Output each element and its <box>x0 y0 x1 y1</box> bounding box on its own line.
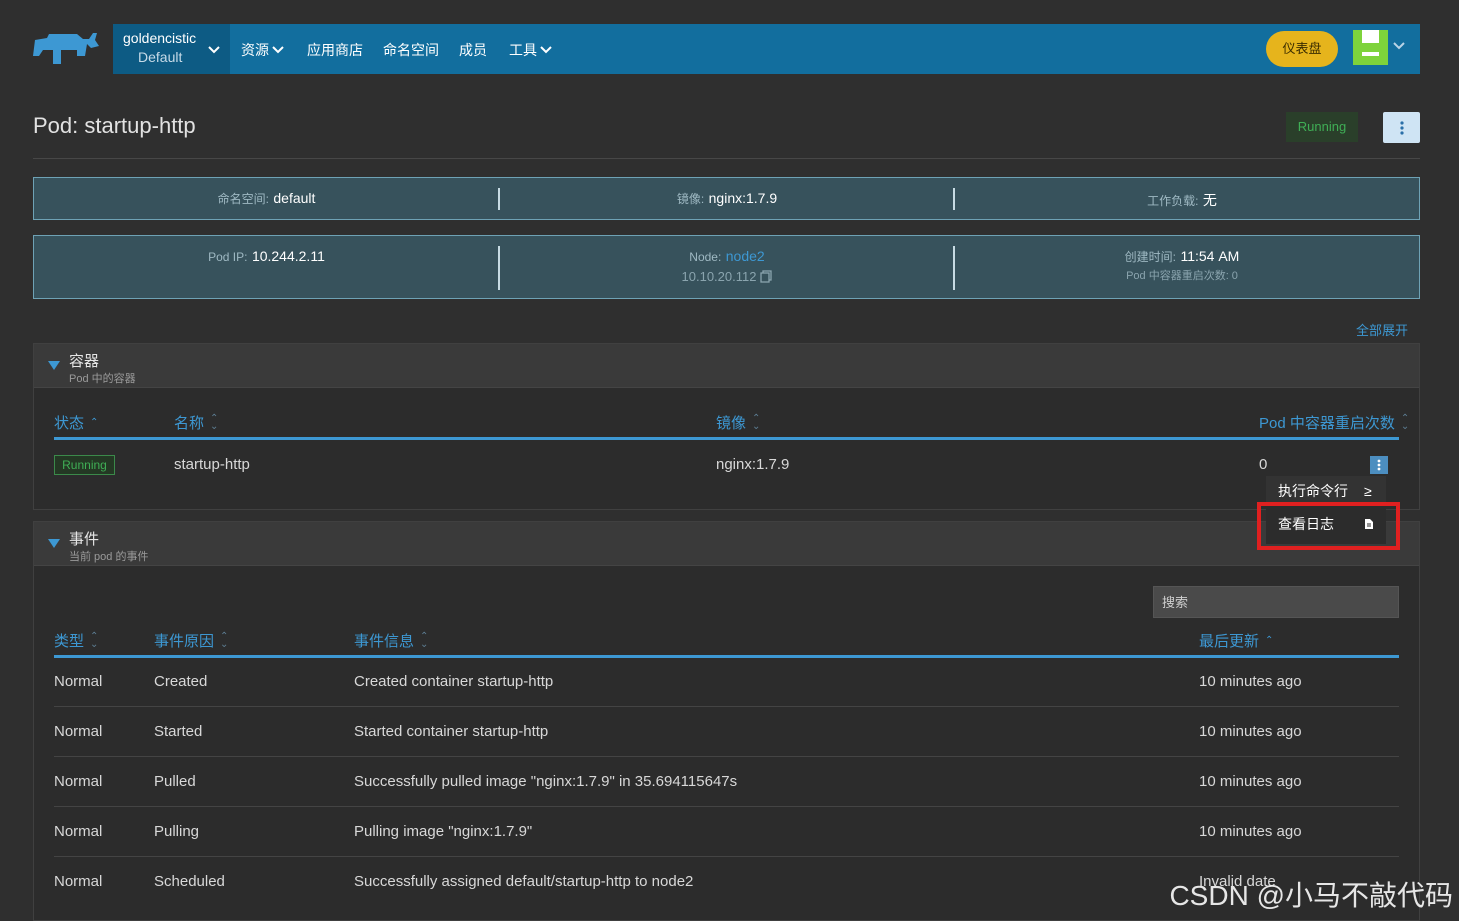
sort-icon: ⌃ ⌄ <box>90 630 99 650</box>
event-type: Normal <box>54 823 103 840</box>
event-message: Created container startup-http <box>354 673 554 690</box>
nav-resources[interactable]: 资源 <box>241 40 284 60</box>
header-underline <box>54 655 1399 658</box>
pod-ip-info: Pod IP: 10.244.2.11 <box>208 248 325 264</box>
node-info: Node: node2 10.10.20.112 <box>500 248 954 284</box>
watermark: CSDN @小马不敲代码 <box>1169 880 1453 911</box>
event-reason: Created <box>154 673 208 690</box>
sort-icon: ⌃ ⌄ <box>220 630 229 650</box>
image-info: 镜像: nginx:1.7.9 <box>676 190 778 206</box>
event-updated: 10 minutes ago <box>1199 673 1302 690</box>
nav-members[interactable]: 成员 <box>459 40 487 60</box>
col-header-message[interactable]: 事件信息 ⌃ ⌄ <box>354 630 428 651</box>
event-type: Normal <box>54 873 103 890</box>
chevron-down-icon <box>208 46 220 54</box>
event-updated: 10 minutes ago <box>1199 773 1302 790</box>
rancher-logo-icon[interactable] <box>33 30 101 66</box>
collapse-triangle-icon <box>48 539 60 548</box>
event-type: Normal <box>54 723 103 740</box>
col-header-restarts[interactable]: Pod 中容器重启次数 ⌃ ⌄ <box>1259 412 1409 433</box>
col-header-last-updated[interactable]: 最后更新 ⌃ <box>1199 630 1273 651</box>
col-header-name[interactable]: 名称 ⌃ ⌄ <box>174 412 218 433</box>
row-divider <box>54 706 1399 707</box>
copy-icon[interactable] <box>760 270 773 283</box>
event-reason: Started <box>154 723 203 740</box>
sort-icon: ⌃ ⌄ <box>210 412 219 432</box>
sort-icon: ⌃ <box>90 416 99 428</box>
col-header-image[interactable]: 镜像 ⌃ ⌄ <box>716 412 760 433</box>
namespace-info: 命名空间: default <box>217 190 316 206</box>
event-type: Normal <box>54 773 103 790</box>
container-image: nginx:1.7.9 <box>716 456 790 473</box>
row-divider <box>54 856 1399 857</box>
expand-all-link[interactable]: 全部展开 <box>1356 320 1408 339</box>
events-search-input[interactable] <box>1153 586 1399 618</box>
chevron-down-icon <box>272 46 284 54</box>
event-message: Successfully assigned default/startup-ht… <box>354 873 694 890</box>
row-divider <box>54 756 1399 757</box>
page-title: Pod: startup-http <box>33 113 196 138</box>
event-type: Normal <box>54 673 103 690</box>
events-panel: 事件 当前 pod 的事件 <box>33 521 1420 921</box>
event-reason: Pulled <box>154 773 196 790</box>
cluster-project-switcher[interactable]: goldencistic Default <box>113 24 230 74</box>
containers-panel-header[interactable]: 容器 Pod 中的容器 <box>34 344 1419 388</box>
chevron-down-icon <box>540 46 552 54</box>
event-message: Started container startup-http <box>354 723 549 740</box>
sort-icon: ⌃ ⌄ <box>1400 412 1410 432</box>
container-name-link[interactable]: startup-http <box>174 456 250 473</box>
event-reason: Scheduled <box>154 873 225 890</box>
node-link[interactable]: node2 <box>726 248 765 264</box>
cluster-name: goldencistic <box>123 30 197 46</box>
pod-info-box-2: Pod IP: 10.244.2.11 Node: node2 10.10.20… <box>33 235 1420 299</box>
status-badge: Running <box>1286 112 1358 142</box>
event-message: Pulling image "nginx:1.7.9" <box>354 823 533 840</box>
event-updated: 10 minutes ago <box>1199 823 1302 840</box>
kebab-icon <box>1399 120 1404 135</box>
sort-icon: ⌃ <box>1265 634 1274 646</box>
collapse-triangle-icon <box>48 361 60 370</box>
top-navbar: goldencistic Default 资源 应用商店 命名空间 成员 工具 … <box>113 24 1420 74</box>
more-actions-button[interactable] <box>1383 112 1420 143</box>
container-status-badge: Running <box>54 455 115 475</box>
nav-app-store[interactable]: 应用商店 <box>307 40 363 60</box>
col-header-reason[interactable]: 事件原因 ⌃ ⌄ <box>154 630 228 651</box>
col-header-type[interactable]: 类型 ⌃ ⌄ <box>54 630 98 651</box>
chevron-down-icon[interactable] <box>1393 42 1405 50</box>
nav-tools[interactable]: 工具 <box>509 40 552 60</box>
avatar[interactable] <box>1353 30 1388 65</box>
restart-count: Pod 中容器重启次数: 0 <box>1126 270 1238 282</box>
nav-namespaces[interactable]: 命名空间 <box>383 40 439 60</box>
divider <box>33 158 1420 159</box>
node-ip: 10.10.20.112 <box>681 269 757 284</box>
events-panel-header[interactable]: 事件 当前 pod 的事件 <box>34 522 1419 566</box>
event-message: Successfully pulled image "nginx:1.7.9" … <box>354 773 738 790</box>
col-header-status[interactable]: 状态 ⌃ <box>54 412 98 433</box>
sort-icon: ⌃ ⌄ <box>752 412 761 432</box>
event-updated: 10 minutes ago <box>1199 723 1302 740</box>
kebab-icon <box>1377 459 1381 471</box>
workload-info: 工作负载: 无 <box>1147 192 1217 208</box>
header-underline <box>54 437 1399 440</box>
pod-info-box-1: 命名空间: default 镜像: nginx:1.7.9 工作负载: 无 <box>33 177 1420 220</box>
event-reason: Pulling <box>154 823 200 840</box>
highlight-box <box>1257 502 1400 550</box>
created-info: 创建时间: 11:54 AM Pod 中容器重启次数: 0 <box>955 248 1409 283</box>
container-actions-button[interactable] <box>1370 456 1388 474</box>
row-divider <box>54 806 1399 807</box>
dashboard-button[interactable]: 仪表盘 <box>1266 31 1338 67</box>
sort-icon: ⌃ ⌄ <box>420 630 429 650</box>
container-restarts: 0 <box>1259 456 1268 473</box>
